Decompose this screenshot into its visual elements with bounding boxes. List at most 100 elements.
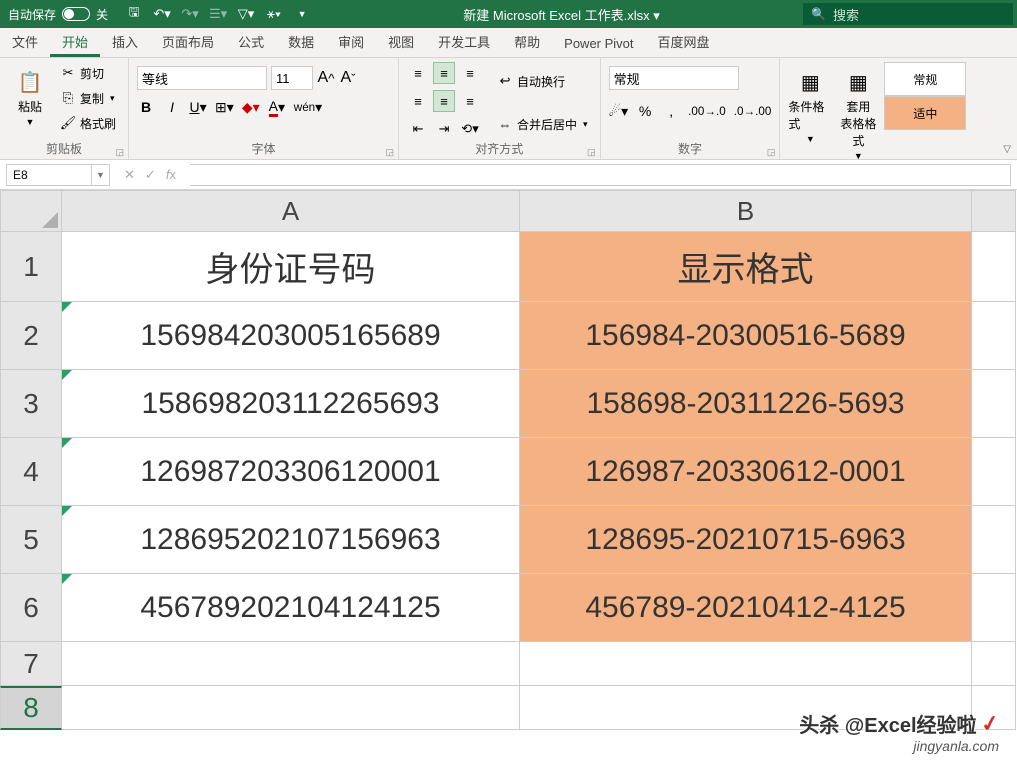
row-header[interactable]: 7 xyxy=(0,642,62,686)
cut-button[interactable]: ✂剪切 xyxy=(56,62,120,84)
redo-icon[interactable]: ↷▾ xyxy=(182,6,198,22)
number-format-combo[interactable] xyxy=(609,66,739,90)
decrease-indent-icon[interactable]: ⇤ xyxy=(407,118,429,140)
tab-百度网盘[interactable]: 百度网盘 xyxy=(646,26,722,57)
row-header[interactable]: 2 xyxy=(0,302,62,370)
fill-color-icon[interactable]: ◆▾ xyxy=(242,96,260,118)
conditional-format-button[interactable]: ▦ 条件格式▼ xyxy=(788,62,832,144)
cell-c3[interactable] xyxy=(972,370,1016,438)
tab-数据[interactable]: 数据 xyxy=(276,26,326,57)
cell-b5[interactable]: 128695-20210715-6963 xyxy=(520,506,972,574)
cell-c7[interactable] xyxy=(972,642,1016,686)
tab-审阅[interactable]: 审阅 xyxy=(326,26,376,57)
wrap-text-button[interactable]: ↩自动换行 xyxy=(493,70,592,92)
spreadsheet-grid[interactable]: A B 1身份证号码显示格式 2156984203005165689156984-… xyxy=(0,190,1017,730)
style-accent[interactable]: 适中 xyxy=(884,96,966,130)
tab-插入[interactable]: 插入 xyxy=(100,26,150,57)
cell-c6[interactable] xyxy=(972,574,1016,642)
cell-a7[interactable] xyxy=(62,642,520,686)
align-bottom-icon[interactable]: ≡ xyxy=(459,62,481,84)
document-title[interactable]: 新建 Microsoft Excel 工作表.xlsx ▾ xyxy=(320,5,803,24)
accounting-icon[interactable]: ☄▾ xyxy=(609,100,629,122)
name-box[interactable]: E8 xyxy=(6,164,92,186)
paste-button[interactable]: 📋 粘贴 ▼ xyxy=(8,62,52,127)
cell-c2[interactable] xyxy=(972,302,1016,370)
cell-styles-gallery[interactable]: 常规 适中 xyxy=(884,62,966,130)
row-header[interactable]: 6 xyxy=(0,574,62,642)
style-normal[interactable]: 常规 xyxy=(884,62,966,96)
col-header-b[interactable]: B xyxy=(520,190,972,232)
tab-帮助[interactable]: 帮助 xyxy=(502,26,552,57)
cell-b7[interactable] xyxy=(520,642,972,686)
dialog-launcher-icon[interactable]: ◲ xyxy=(116,147,125,158)
dialog-launcher-icon[interactable]: ◲ xyxy=(386,147,395,158)
undo-icon[interactable]: ↶▾ xyxy=(154,6,170,22)
align-center-icon[interactable]: ≡ xyxy=(433,90,455,112)
row-header[interactable]: 5 xyxy=(0,506,62,574)
cell-a1[interactable]: 身份证号码 xyxy=(62,232,520,302)
filter-icon[interactable]: ▽▾ xyxy=(238,6,254,22)
cell-a8[interactable] xyxy=(62,686,520,730)
align-middle-icon[interactable]: ≡ xyxy=(433,62,455,84)
enter-icon[interactable]: ✓ xyxy=(145,167,156,183)
cell-b4[interactable]: 126987-20330612-0001 xyxy=(520,438,972,506)
cell-a6[interactable]: 456789202104124125 xyxy=(62,574,520,642)
font-name-combo[interactable] xyxy=(137,66,267,90)
tab-开始[interactable]: 开始 xyxy=(50,26,100,57)
search-box[interactable]: 搜索 xyxy=(803,3,1013,25)
cancel-icon[interactable]: ✕ xyxy=(124,167,135,183)
cell-b6[interactable]: 456789-20210412-4125 xyxy=(520,574,972,642)
fx-icon[interactable]: fx xyxy=(166,167,176,183)
cell-b2[interactable]: 156984-20300516-5689 xyxy=(520,302,972,370)
orientation-icon[interactable]: ⟲▾ xyxy=(459,118,481,140)
italic-button[interactable]: I xyxy=(163,96,181,118)
tab-文件[interactable]: 文件 xyxy=(0,26,50,57)
grow-font-icon[interactable]: A^ xyxy=(317,67,335,89)
shrink-font-icon[interactable]: Aˇ xyxy=(339,67,357,89)
increase-decimal-icon[interactable]: .00→.0 xyxy=(688,100,726,122)
align-right-icon[interactable]: ≡ xyxy=(459,90,481,112)
cell-c4[interactable] xyxy=(972,438,1016,506)
select-all-corner[interactable] xyxy=(0,190,62,232)
phonetic-icon[interactable]: wén▾ xyxy=(294,96,322,118)
cell-a5[interactable]: 128695202107156963 xyxy=(62,506,520,574)
tab-开发工具[interactable]: 开发工具 xyxy=(426,26,502,57)
tab-公式[interactable]: 公式 xyxy=(226,26,276,57)
col-header-a[interactable]: A xyxy=(62,190,520,232)
autosave-toggle[interactable]: 自动保存 关 xyxy=(0,6,116,23)
increase-indent-icon[interactable]: ⇥ xyxy=(433,118,455,140)
decrease-decimal-icon[interactable]: .0→.00 xyxy=(734,100,772,122)
cell-a3[interactable]: 158698203112265693 xyxy=(62,370,520,438)
align-left-icon[interactable]: ≡ xyxy=(407,90,429,112)
cell-b1[interactable]: 显示格式 xyxy=(520,232,972,302)
format-as-table-button[interactable]: ▦ 套用 表格格式▼ xyxy=(836,62,880,161)
font-size-combo[interactable] xyxy=(271,66,313,90)
tab-页面布局[interactable]: 页面布局 xyxy=(150,26,226,57)
save-icon[interactable]: 🖫 xyxy=(126,6,142,22)
sort-icon[interactable]: ⚹▾ xyxy=(266,6,282,22)
tab-Power Pivot[interactable]: Power Pivot xyxy=(552,30,645,57)
qat-more-icon[interactable]: ▼ xyxy=(294,6,310,22)
underline-button[interactable]: U▾ xyxy=(189,96,207,118)
cell-a4[interactable]: 126987203306120001 xyxy=(62,438,520,506)
bold-button[interactable]: B xyxy=(137,96,155,118)
cell-c5[interactable] xyxy=(972,506,1016,574)
tab-视图[interactable]: 视图 xyxy=(376,26,426,57)
comma-icon[interactable]: , xyxy=(662,100,680,122)
align-top-icon[interactable]: ≡ xyxy=(407,62,429,84)
border-icon[interactable]: ⊞▾ xyxy=(215,96,234,118)
name-box-dropdown[interactable]: ▼ xyxy=(92,164,110,186)
row-header[interactable]: 8 xyxy=(0,686,62,730)
copy-button[interactable]: ⎘复制▾ xyxy=(56,87,120,109)
row-header[interactable]: 4 xyxy=(0,438,62,506)
touch-icon[interactable]: ☰▾ xyxy=(210,6,226,22)
row-header[interactable]: 1 xyxy=(0,232,62,302)
cell-a2[interactable]: 156984203005165689 xyxy=(62,302,520,370)
cell-b3[interactable]: 158698-20311226-5693 xyxy=(520,370,972,438)
row-header[interactable]: 3 xyxy=(0,370,62,438)
col-header-c[interactable] xyxy=(972,190,1016,232)
font-color-icon[interactable]: A▾ xyxy=(268,96,286,118)
percent-icon[interactable]: % xyxy=(636,100,654,122)
dialog-launcher-icon[interactable]: ◲ xyxy=(767,147,776,158)
cell-c1[interactable] xyxy=(972,232,1016,302)
